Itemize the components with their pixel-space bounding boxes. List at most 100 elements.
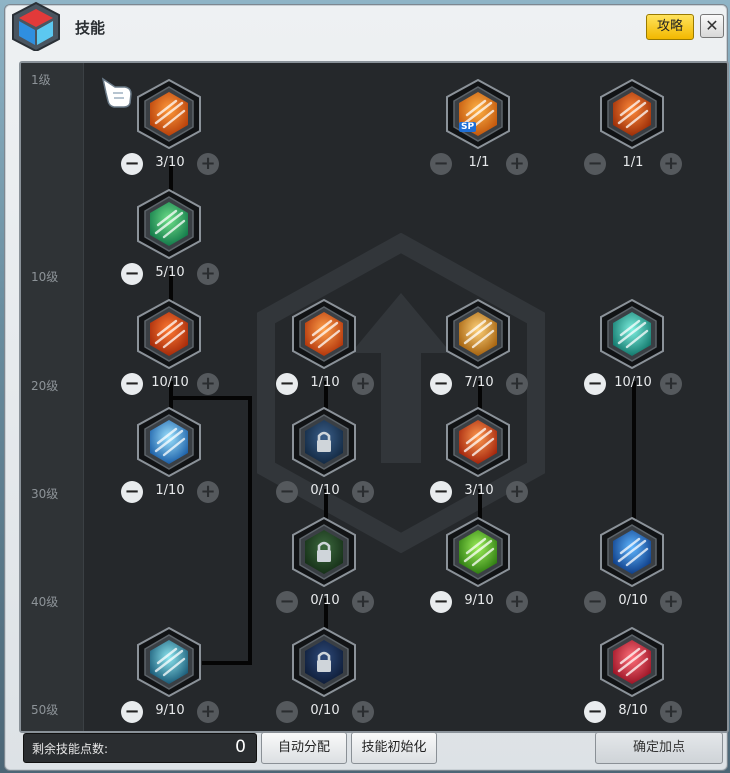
skill-window: 技能 攻略 ✕ 1级 10级 20级 30级 40级 50级 − 3/10 + … [4, 1, 729, 771]
increase-point-button[interactable]: + [506, 373, 528, 395]
wind-arrows-skill-icon [137, 189, 201, 259]
skill-node: − 0/10 + [270, 517, 380, 627]
increase-point-button[interactable]: + [197, 153, 219, 175]
skill-icon-button[interactable] [445, 407, 511, 477]
increase-point-button[interactable]: + [352, 591, 374, 613]
triple-slash-skill-icon [137, 79, 201, 149]
ice-arrows-skill-icon [137, 407, 201, 477]
drill-arrow-skill-icon [137, 627, 201, 697]
skill-icon-button[interactable] [599, 517, 665, 587]
skill-level-count: 1/10 [155, 483, 185, 498]
skill-level-count: 0/10 [618, 593, 648, 608]
decrease-point-button[interactable]: − [584, 701, 606, 723]
green-spiral-skill-icon [446, 517, 510, 587]
decrease-point-button[interactable]: − [121, 373, 143, 395]
title-bar[interactable]: 技能 攻略 ✕ [5, 1, 727, 51]
remaining-points-label: 剩余技能点数: [32, 742, 109, 756]
decrease-point-button[interactable]: − [430, 153, 452, 175]
lock-icon [292, 517, 356, 587]
decrease-point-button[interactable]: − [276, 591, 298, 613]
decrease-point-button[interactable]: − [276, 373, 298, 395]
skill-icon-button[interactable] [599, 299, 665, 369]
lock-icon [292, 627, 356, 697]
skill-level-count: 9/10 [155, 703, 185, 718]
crosshair-skill-icon [446, 79, 510, 149]
skill-level-count: 7/10 [464, 375, 494, 390]
skill-level-count: 1/1 [468, 155, 490, 170]
skill-icon-button[interactable] [291, 627, 357, 697]
decrease-point-button[interactable]: − [584, 591, 606, 613]
skill-level-count: 10/10 [151, 375, 189, 390]
skill-icon-button[interactable] [291, 517, 357, 587]
skill-node: − 10/10 + [578, 299, 688, 409]
increase-point-button[interactable]: + [197, 373, 219, 395]
decrease-point-button[interactable]: − [121, 263, 143, 285]
decrease-point-button[interactable]: − [276, 481, 298, 503]
remaining-points-box: 剩余技能点数: 0 [23, 733, 257, 763]
decrease-point-button[interactable]: − [430, 591, 452, 613]
decrease-point-button[interactable]: − [276, 701, 298, 723]
skill-node: − 3/10 + [115, 79, 225, 189]
gear-burst-skill-icon [600, 517, 664, 587]
skill-icon-button[interactable]: SP [445, 79, 511, 149]
increase-point-button[interactable]: + [660, 153, 682, 175]
skill-level-count: 0/10 [310, 483, 340, 498]
red-crystal-skill-icon [600, 627, 664, 697]
confirm-points-button[interactable]: 确定加点 [595, 732, 723, 764]
decrease-point-button[interactable]: − [430, 373, 452, 395]
skill-level-count: 10/10 [614, 375, 652, 390]
decrease-point-button[interactable]: − [121, 701, 143, 723]
decrease-point-button[interactable]: − [121, 153, 143, 175]
increase-point-button[interactable]: + [197, 263, 219, 285]
sp-badge: SP [459, 122, 477, 132]
skill-level-count: 5/10 [155, 265, 185, 280]
skill-icon-button[interactable] [291, 407, 357, 477]
guide-button[interactable]: 攻略 [646, 14, 694, 40]
skill-level-count: 1/10 [310, 375, 340, 390]
skill-node: − 9/10 + [115, 627, 225, 731]
skill-icon-button[interactable] [445, 517, 511, 587]
skill-node: − 0/10 + [270, 627, 380, 731]
skill-level-count: 0/10 [310, 593, 340, 608]
increase-point-button[interactable]: + [660, 701, 682, 723]
increase-point-button[interactable]: + [352, 701, 374, 723]
decrease-point-button[interactable]: − [121, 481, 143, 503]
close-button[interactable]: ✕ [700, 14, 724, 38]
increase-point-button[interactable]: + [660, 591, 682, 613]
skill-icon-button[interactable] [136, 189, 202, 259]
skill-icon-button[interactable] [599, 627, 665, 697]
increase-point-button[interactable]: + [352, 373, 374, 395]
skill-level-count: 1/1 [622, 155, 644, 170]
skill-icon-button[interactable] [445, 299, 511, 369]
skill-level-count: 9/10 [464, 593, 494, 608]
skill-node: − 1/1 + [578, 79, 688, 189]
skill-level-count: 0/10 [310, 703, 340, 718]
skill-icon-button[interactable] [136, 407, 202, 477]
decrease-point-button[interactable]: − [584, 373, 606, 395]
increase-point-button[interactable]: + [197, 481, 219, 503]
flame-dash-skill-icon [446, 407, 510, 477]
skill-tree-panel: 1级 10级 20级 30级 40级 50级 − 3/10 + SP − 1/1… [19, 61, 729, 733]
increase-point-button[interactable]: + [506, 481, 528, 503]
increase-point-button[interactable]: + [506, 153, 528, 175]
increase-point-button[interactable]: + [352, 481, 374, 503]
decrease-point-button[interactable]: − [584, 153, 606, 175]
auto-allocate-button[interactable]: 自动分配 [261, 732, 347, 764]
skill-node: − 1/10 + [270, 299, 380, 409]
skill-icon-button[interactable] [599, 79, 665, 149]
increase-point-button[interactable]: + [197, 701, 219, 723]
skill-icon-button[interactable] [291, 299, 357, 369]
skill-icon-button[interactable] [136, 79, 202, 149]
skill-node: − 0/10 + [270, 407, 380, 517]
increase-point-button[interactable]: + [506, 591, 528, 613]
skill-icon-button[interactable] [136, 299, 202, 369]
decrease-point-button[interactable]: − [430, 481, 452, 503]
skill-level-count: 3/10 [155, 155, 185, 170]
arrow-rain-skill-icon [292, 299, 356, 369]
eagle-skill-icon [446, 299, 510, 369]
remaining-points-value: 0 [235, 737, 246, 757]
skill-node: − 3/10 + [424, 407, 534, 517]
skill-icon-button[interactable] [136, 627, 202, 697]
increase-point-button[interactable]: + [660, 373, 682, 395]
reset-skills-button[interactable]: 技能初始化 [351, 732, 437, 764]
